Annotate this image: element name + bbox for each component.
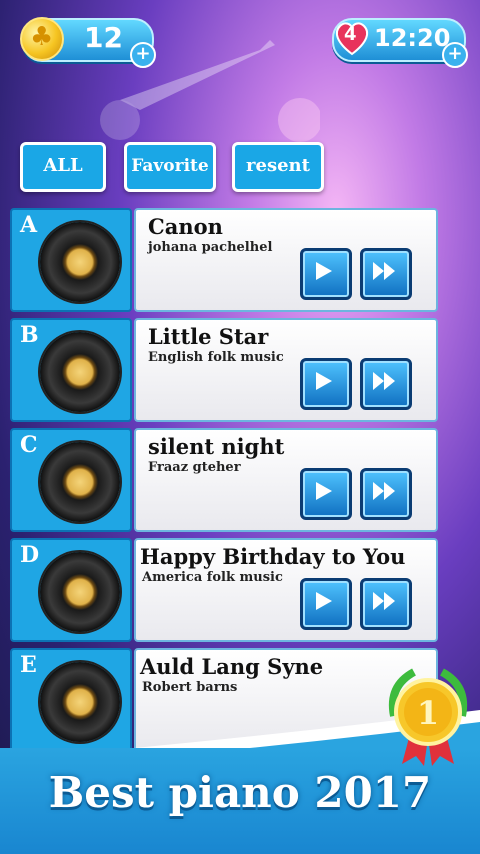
fast-forward-button[interactable]: [360, 468, 412, 520]
song-row[interactable]: C silent night Fraaz gteher: [10, 428, 438, 532]
song-icon-panel: A: [10, 208, 132, 312]
play-button[interactable]: [300, 468, 352, 520]
speaker-icon: [40, 552, 120, 632]
song-icon-panel: B: [10, 318, 132, 422]
song-artist: America folk music: [142, 570, 283, 585]
speaker-icon: [40, 332, 120, 412]
play-icon: [316, 262, 332, 280]
song-letter: D: [20, 542, 40, 568]
speaker-icon: [40, 222, 120, 302]
coins-value: 12: [84, 21, 123, 54]
song-title: silent night: [148, 434, 285, 459]
add-coins-icon[interactable]: +: [130, 42, 156, 68]
fast-forward-icon: [373, 372, 395, 390]
fast-forward-button[interactable]: [360, 578, 412, 630]
play-icon: [316, 482, 332, 500]
speaker-icon: [40, 442, 120, 522]
tab-all[interactable]: ALL: [20, 142, 106, 192]
song-info-panel: Little Star English folk music: [134, 318, 438, 422]
song-title: Canon: [148, 214, 223, 239]
song-title: Little Star: [148, 324, 269, 349]
coins-counter[interactable]: ♣ 12 +: [20, 17, 156, 68]
filter-tabs: ALL Favorite resent: [0, 142, 480, 192]
song-letter: B: [20, 322, 39, 348]
song-info-panel: Canon johana pachelhel: [134, 208, 438, 312]
play-icon: [316, 372, 332, 390]
song-artist: English folk music: [148, 350, 284, 365]
lives-value: 4: [344, 24, 357, 45]
gold-medal-icon: 1: [389, 668, 467, 766]
status-bar: ♣ 12 + 4 12:20 +: [0, 16, 480, 68]
song-artist: johana pachelhel: [148, 240, 273, 255]
fast-forward-icon: [373, 482, 395, 500]
medal-number: 1: [417, 694, 439, 732]
song-icon-panel: D: [10, 538, 132, 642]
add-lives-icon[interactable]: +: [442, 42, 468, 68]
tab-recent[interactable]: resent: [232, 142, 324, 192]
song-row[interactable]: A Canon johana pachelhel: [10, 208, 438, 312]
song-icon-panel: C: [10, 428, 132, 532]
play-icon: [316, 592, 332, 610]
lives-timer[interactable]: 4 12:20 +: [332, 18, 468, 68]
banner-title: Best piano 2017: [48, 768, 432, 817]
fast-forward-button[interactable]: [360, 358, 412, 410]
fast-forward-icon: [373, 262, 395, 280]
song-letter: C: [20, 432, 38, 458]
song-info-panel: silent night Fraaz gteher: [134, 428, 438, 532]
play-button[interactable]: [300, 578, 352, 630]
timer-value: 12:20: [374, 24, 451, 52]
coin-icon: ♣: [20, 17, 64, 61]
song-row[interactable]: B Little Star English folk music: [10, 318, 438, 422]
tab-favorite[interactable]: Favorite: [124, 142, 216, 192]
fast-forward-button[interactable]: [360, 248, 412, 300]
song-artist: Robert barns: [142, 680, 238, 695]
song-letter: A: [20, 212, 38, 238]
song-letter: E: [20, 652, 37, 678]
play-button[interactable]: [300, 358, 352, 410]
song-artist: Fraaz gteher: [148, 460, 241, 475]
song-row[interactable]: D Happy Birthday to You America folk mus…: [10, 538, 438, 642]
song-title: Auld Lang Syne: [140, 654, 324, 679]
song-info-panel: Happy Birthday to You America folk music: [134, 538, 438, 642]
fast-forward-icon: [373, 592, 395, 610]
song-title: Happy Birthday to You: [140, 544, 406, 569]
play-button[interactable]: [300, 248, 352, 300]
